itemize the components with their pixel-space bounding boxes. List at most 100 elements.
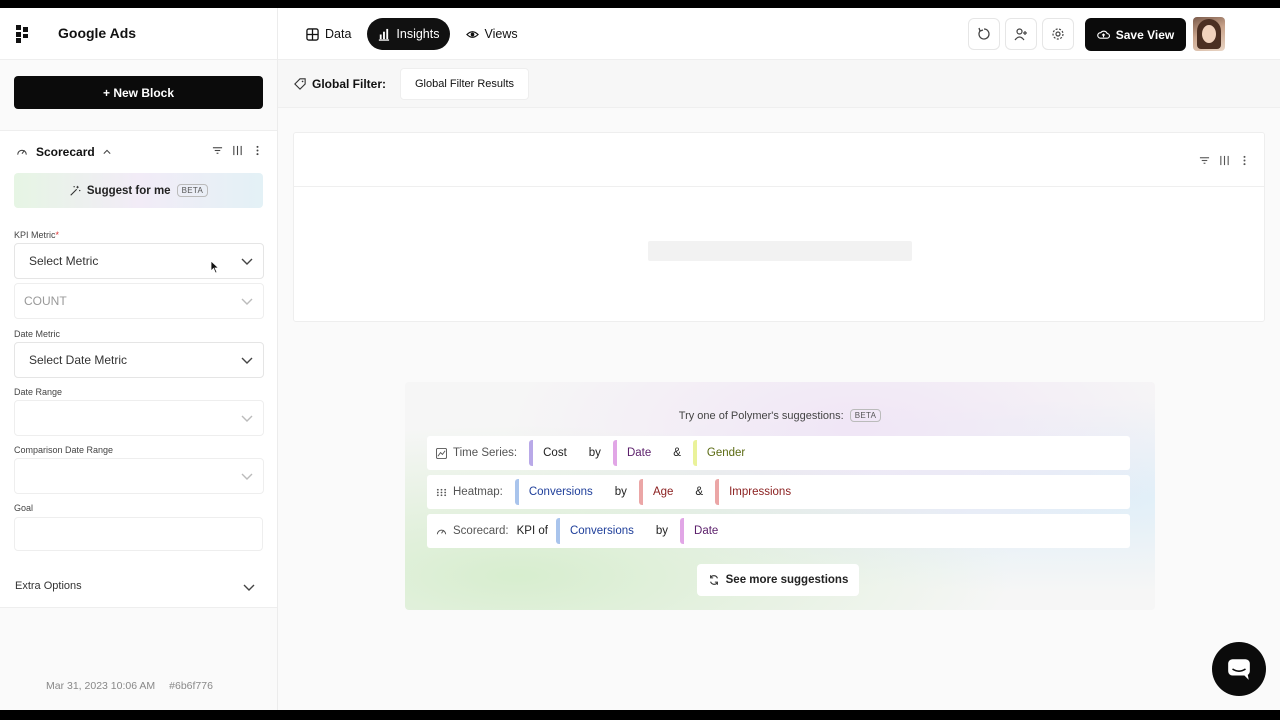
metric-chip[interactable]: Impressions bbox=[715, 479, 801, 505]
columns-icon[interactable] bbox=[1218, 153, 1230, 167]
dimension-chip[interactable]: Age bbox=[638, 479, 683, 505]
metric-chip[interactable]: Cost bbox=[529, 440, 577, 466]
polymer-logo-icon[interactable] bbox=[16, 25, 30, 43]
chevron-down-icon bbox=[241, 415, 253, 422]
tab-data[interactable]: Data bbox=[296, 18, 361, 50]
save-view-label: Save View bbox=[1115, 27, 1175, 42]
by-text: by bbox=[588, 447, 601, 459]
gear-icon bbox=[1052, 28, 1064, 40]
suggestion-scorecard[interactable]: Scorecard: KPI of Conversions by Date bbox=[427, 514, 1130, 548]
suggestion-kind: Heatmap: bbox=[453, 486, 503, 498]
cloud-upload-icon bbox=[1096, 30, 1110, 39]
aggregation-value: COUNT bbox=[24, 294, 67, 308]
filter-icon[interactable] bbox=[211, 143, 223, 157]
comparison-date-range-label: Comparison Date Range bbox=[14, 445, 114, 455]
gauge-icon bbox=[17, 149, 27, 155]
tab-insights-label: Insights bbox=[396, 27, 440, 41]
filter-icon[interactable] bbox=[1198, 153, 1210, 167]
chat-icon bbox=[1228, 659, 1250, 680]
global-filter-bar: Global Filter: Global Filter Results bbox=[278, 60, 1280, 108]
top-bar: Google Ads Data Insights Views Save View bbox=[0, 8, 1280, 60]
version-hash: #6b6f776 bbox=[169, 680, 213, 692]
suggestion-heatmap[interactable]: Heatmap: Conversions by Age & Impression… bbox=[427, 475, 1130, 509]
add-user-button[interactable] bbox=[1005, 18, 1037, 50]
scorecard-block[interactable] bbox=[293, 132, 1265, 322]
chevron-down-icon bbox=[243, 584, 255, 591]
sidebar-divider bbox=[277, 8, 278, 710]
date-metric-select[interactable]: Select Date Metric bbox=[14, 342, 264, 378]
last-updated-timestamp: Mar 31, 2023 10:06 AM bbox=[46, 680, 156, 692]
more-options-icon[interactable] bbox=[1238, 153, 1250, 167]
beta-badge: BETA bbox=[849, 409, 882, 422]
chat-launcher-button[interactable] bbox=[1212, 642, 1266, 696]
global-filter-results-button[interactable]: Global Filter Results bbox=[400, 68, 530, 100]
date-metric-label: Date Metric bbox=[14, 329, 61, 339]
kpi-metric-select[interactable]: Select Metric bbox=[14, 243, 264, 279]
dimension-chip[interactable]: Date bbox=[680, 518, 728, 544]
suggestions-title: Try one of Polymer's suggestions: BETA bbox=[405, 409, 1155, 422]
extra-options-toggle[interactable]: Extra Options bbox=[15, 580, 255, 592]
see-more-label: See more suggestions bbox=[725, 574, 849, 586]
card-divider bbox=[294, 186, 1264, 187]
magic-wand-icon bbox=[70, 185, 81, 196]
goal-input[interactable] bbox=[14, 517, 263, 551]
beta-badge: BETA bbox=[176, 184, 209, 197]
block-type-label: Scorecard bbox=[36, 145, 95, 159]
suggestion-kind: Time Series: bbox=[453, 447, 518, 459]
save-view-button[interactable]: Save View bbox=[1085, 18, 1186, 51]
loading-skeleton bbox=[648, 241, 912, 261]
sidebar-footer: Mar 31, 2023 10:06 AM #6b6f776 bbox=[46, 680, 213, 692]
date-metric-value: Select Date Metric bbox=[29, 353, 128, 367]
date-range-select[interactable] bbox=[14, 400, 264, 436]
chevron-up-icon bbox=[103, 149, 111, 154]
suggestion-kind: Scorecard: bbox=[453, 525, 509, 537]
tab-views[interactable]: Views bbox=[456, 18, 528, 50]
aggregation-select[interactable]: COUNT bbox=[14, 283, 264, 319]
block-config-panel: Scorecard Suggest for me BETA KPI Metric… bbox=[0, 130, 277, 608]
app-window: Google Ads Data Insights Views Save View… bbox=[0, 8, 1280, 710]
columns-icon[interactable] bbox=[231, 143, 243, 157]
chevron-down-icon bbox=[241, 258, 253, 265]
tab-views-label: Views bbox=[484, 27, 518, 41]
dimension-chip[interactable]: Gender bbox=[692, 440, 755, 466]
comparison-date-range-select[interactable] bbox=[14, 458, 264, 494]
mouse-cursor-icon bbox=[210, 260, 220, 274]
by-text: by bbox=[614, 486, 627, 498]
eye-icon bbox=[465, 30, 479, 38]
suggest-label: Suggest for me bbox=[86, 184, 171, 197]
sidebar: + New Block Scorecard Suggest for me BET… bbox=[0, 60, 277, 710]
bar-chart-icon bbox=[379, 28, 390, 41]
add-user-icon bbox=[1014, 28, 1027, 41]
tag-icon bbox=[294, 78, 306, 90]
tab-insights[interactable]: Insights bbox=[367, 18, 450, 50]
block-type-selector[interactable]: Scorecard bbox=[16, 145, 111, 159]
settings-button[interactable] bbox=[1042, 18, 1074, 50]
and-text: & bbox=[673, 447, 681, 459]
user-avatar[interactable] bbox=[1193, 17, 1225, 51]
grid-icon bbox=[306, 27, 319, 41]
extra-options-label: Extra Options bbox=[15, 580, 82, 592]
refresh-button[interactable] bbox=[968, 18, 1000, 50]
kpi-metric-label: KPI Metric* bbox=[14, 230, 60, 240]
and-text: & bbox=[695, 486, 704, 498]
refresh-icon bbox=[978, 27, 990, 40]
suggestions-panel: Try one of Polymer's suggestions: BETA T… bbox=[405, 382, 1155, 610]
metric-chip[interactable]: Conversions bbox=[555, 518, 644, 544]
suggestion-time-series[interactable]: Time Series: Cost by Date & Gender bbox=[427, 436, 1130, 470]
heatmap-icon bbox=[436, 488, 447, 496]
line-chart-icon bbox=[436, 447, 447, 459]
chevron-down-icon bbox=[241, 298, 253, 305]
card-tools bbox=[1198, 153, 1250, 167]
global-filter-label: Global Filter: bbox=[294, 77, 386, 91]
nav-tabs: Data Insights Views bbox=[296, 18, 528, 50]
suggest-for-me-button[interactable]: Suggest for me BETA bbox=[14, 173, 263, 208]
see-more-suggestions-button[interactable]: See more suggestions bbox=[697, 564, 859, 596]
chevron-down-icon bbox=[241, 357, 253, 364]
new-block-button[interactable]: + New Block bbox=[14, 76, 263, 109]
gauge-icon bbox=[436, 529, 447, 534]
more-options-icon[interactable] bbox=[251, 143, 263, 157]
by-text: by bbox=[655, 525, 669, 537]
dimension-chip[interactable]: Date bbox=[612, 440, 661, 466]
metric-chip[interactable]: Conversions bbox=[514, 479, 603, 505]
tab-data-label: Data bbox=[325, 27, 352, 41]
